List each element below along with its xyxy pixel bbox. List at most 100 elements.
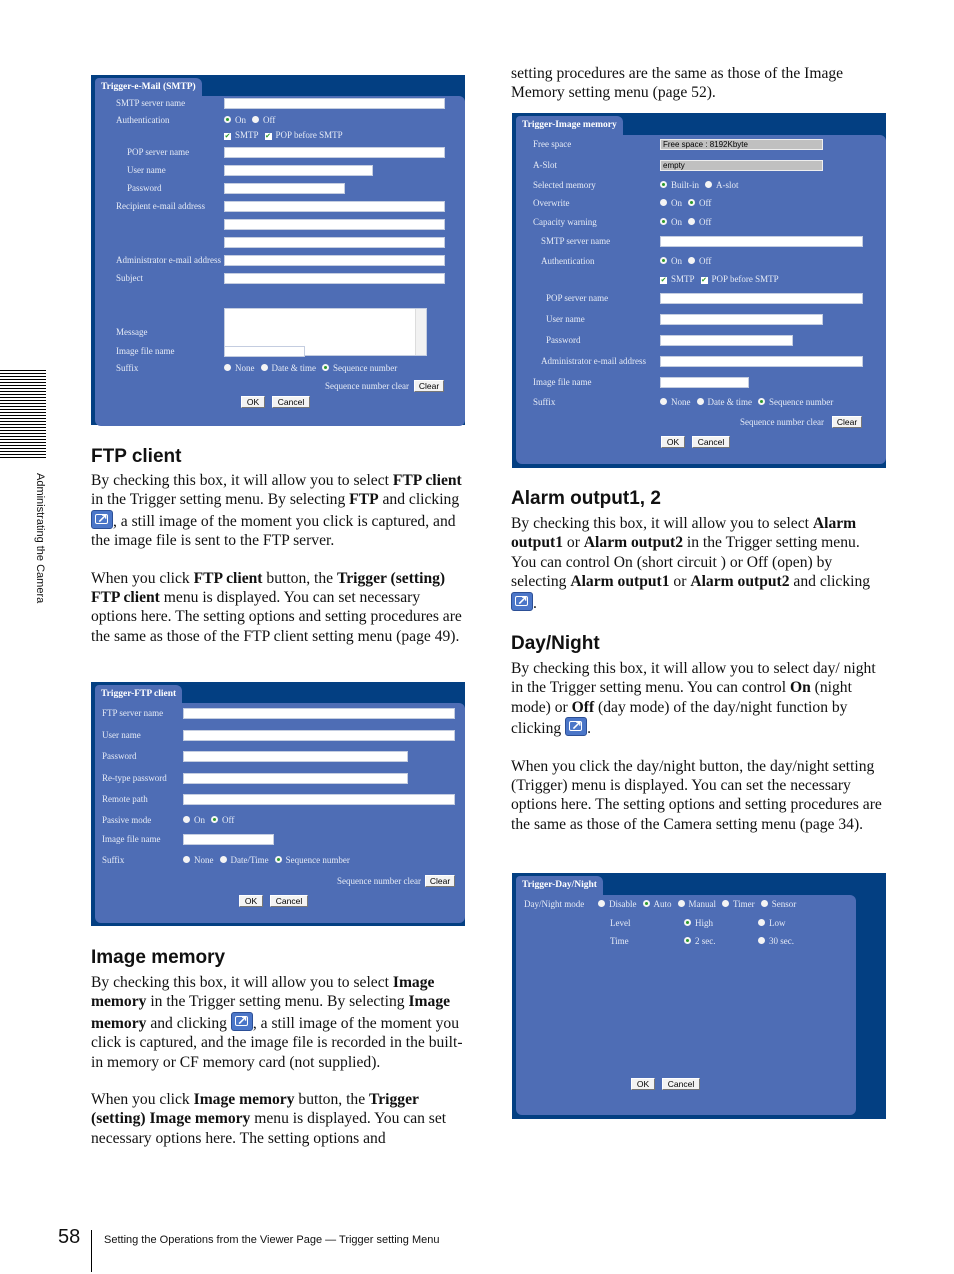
sequence-number-radio[interactable]: Sequence number: [758, 396, 833, 408]
auto-radio[interactable]: Auto: [642, 898, 672, 910]
day-night-text: By checking this box, it will allow you …: [511, 659, 885, 852]
smtp-checkbox[interactable]: ✔ SMTP: [660, 273, 695, 285]
cancel-button[interactable]: Cancel: [272, 396, 310, 408]
cancel-button[interactable]: Cancel: [662, 1078, 700, 1090]
off-radio[interactable]: Off: [688, 216, 711, 228]
image-memory-text: By checking this box, it will allow you …: [91, 973, 465, 1166]
date-time-radio[interactable]: Date & time: [260, 362, 316, 374]
panel-tab[interactable]: Trigger-Day/Night: [516, 876, 603, 896]
built-in-radio[interactable]: Built-in: [660, 179, 699, 191]
ok-button[interactable]: OK: [239, 895, 263, 907]
clear-sequence-button[interactable]: Clear: [425, 875, 455, 887]
option-label: Sensor: [771, 899, 797, 909]
sequence-number-radio[interactable]: Sequence number: [274, 854, 350, 866]
off-radio[interactable]: Off: [211, 814, 234, 826]
free-space-field: Free space : 8192Kbyte: [660, 139, 823, 150]
ok-button[interactable]: OK: [661, 436, 685, 448]
image-file-name-field[interactable]: [660, 377, 749, 388]
check-row: ✔ SMTP ✔ POP before SMTP: [516, 273, 886, 287]
on-radio[interactable]: On: [660, 197, 682, 209]
radio-icon: [758, 937, 765, 944]
image-file-name-field[interactable]: [224, 346, 305, 357]
off-radio[interactable]: Off: [688, 197, 711, 209]
subject-field[interactable]: [224, 273, 445, 284]
ok-button[interactable]: OK: [631, 1078, 655, 1090]
section-index-tab: [0, 370, 46, 460]
panel-tab[interactable]: Trigger-Image memory: [516, 116, 623, 136]
pop-before-smtp-checkbox[interactable]: ✔ POP before SMTP: [264, 129, 343, 141]
30-sec-radio[interactable]: 30 sec.: [758, 935, 826, 947]
smtp-server-name-row: SMTP server name: [95, 97, 465, 111]
2-sec-radio[interactable]: 2 sec.: [684, 935, 752, 947]
password-field[interactable]: [183, 751, 408, 762]
panel-tab[interactable]: Trigger-FTP client: [95, 685, 183, 705]
on-radio[interactable]: On: [660, 216, 682, 228]
remote-path-field[interactable]: [183, 794, 455, 805]
date-time-radio[interactable]: Date/Time: [219, 854, 269, 866]
option-label: POP before SMTP: [711, 274, 779, 284]
on-radio[interactable]: On: [224, 114, 246, 126]
smtp-server-name-row: SMTP server name: [516, 235, 886, 249]
password-field[interactable]: [660, 335, 793, 346]
input-row: [95, 236, 465, 250]
cancel-button[interactable]: Cancel: [270, 895, 308, 907]
user-name-field[interactable]: [183, 730, 455, 741]
none-radio[interactable]: None: [660, 396, 691, 408]
administrator-e-mail-address-field[interactable]: [224, 255, 445, 266]
on-radio[interactable]: On: [183, 814, 205, 826]
none-radio[interactable]: None: [224, 362, 255, 374]
ok-button[interactable]: OK: [241, 396, 265, 408]
high-radio[interactable]: High: [684, 917, 752, 929]
smtp-server-name-field[interactable]: [224, 98, 445, 109]
off-radio[interactable]: Off: [252, 114, 275, 126]
extra-field[interactable]: [224, 219, 445, 230]
overwrite-label: Overwrite: [533, 198, 570, 208]
off-radio[interactable]: Off: [688, 255, 711, 267]
date-time-radio[interactable]: Date & time: [696, 396, 752, 408]
option-label: Date/Time: [230, 855, 269, 865]
suffix-label: Suffix: [102, 855, 125, 865]
clear-sequence-button[interactable]: Clear: [414, 380, 444, 392]
footer-running-title: Setting the Operations from the Viewer P…: [104, 1234, 440, 1246]
smtp-checkbox[interactable]: ✔ SMTP: [224, 129, 259, 141]
trigger-capture-icon: [511, 591, 533, 611]
password-field[interactable]: [224, 183, 345, 194]
smtp-server-name-field[interactable]: [660, 236, 863, 247]
input-row: [95, 218, 465, 232]
user-name-field[interactable]: [224, 165, 373, 176]
timer-radio[interactable]: Timer: [722, 898, 755, 910]
user-name-field[interactable]: [660, 314, 823, 325]
clear-sequence-button[interactable]: Clear: [832, 416, 862, 428]
cancel-button[interactable]: Cancel: [692, 436, 730, 448]
panel-body: FTP server name User name Password Re-type …: [95, 703, 465, 923]
panel-tab[interactable]: Trigger-e-Mail (SMTP): [95, 78, 202, 98]
radio-icon: [758, 919, 765, 926]
none-radio[interactable]: None: [183, 854, 214, 866]
disable-radio[interactable]: Disable: [598, 898, 637, 910]
ftp-server-name-field[interactable]: [183, 708, 455, 719]
re-type-password-field[interactable]: [183, 773, 408, 784]
pop-server-name-field[interactable]: [660, 293, 863, 304]
a-slot-radio[interactable]: A-slot: [705, 179, 739, 191]
paragraph: By checking this box, it will allow you …: [91, 471, 465, 551]
administrator-e-mail-address-field[interactable]: [660, 356, 863, 367]
paragraph: By checking this box, it will allow you …: [511, 514, 885, 613]
time-label: Time: [610, 936, 629, 946]
extra-field[interactable]: [224, 237, 445, 248]
on-radio[interactable]: On: [660, 255, 682, 267]
manual-radio[interactable]: Manual: [677, 898, 716, 910]
sequence-number-radio[interactable]: Sequence number: [322, 362, 397, 374]
user-name-row: User name: [95, 729, 465, 743]
sequence-number-clear-row: Clear Sequence number clear: [95, 380, 465, 394]
image-file-name-field[interactable]: [183, 834, 274, 845]
recipient-e-mail-address-field[interactable]: [224, 201, 445, 212]
pop-server-name-field[interactable]: [224, 147, 445, 158]
pop-before-smtp-checkbox[interactable]: ✔ POP before SMTP: [700, 273, 779, 285]
checkbox-icon: ✔: [660, 276, 667, 284]
radio-icon: [660, 257, 667, 264]
authentication-label: Authentication: [541, 256, 595, 266]
low-radio[interactable]: Low: [758, 917, 826, 929]
trigger-ftp-client-panel: FTP server name User name Password Re-type …: [91, 682, 465, 926]
sensor-radio[interactable]: Sensor: [760, 898, 797, 910]
option-label: Sequence number: [333, 363, 398, 373]
